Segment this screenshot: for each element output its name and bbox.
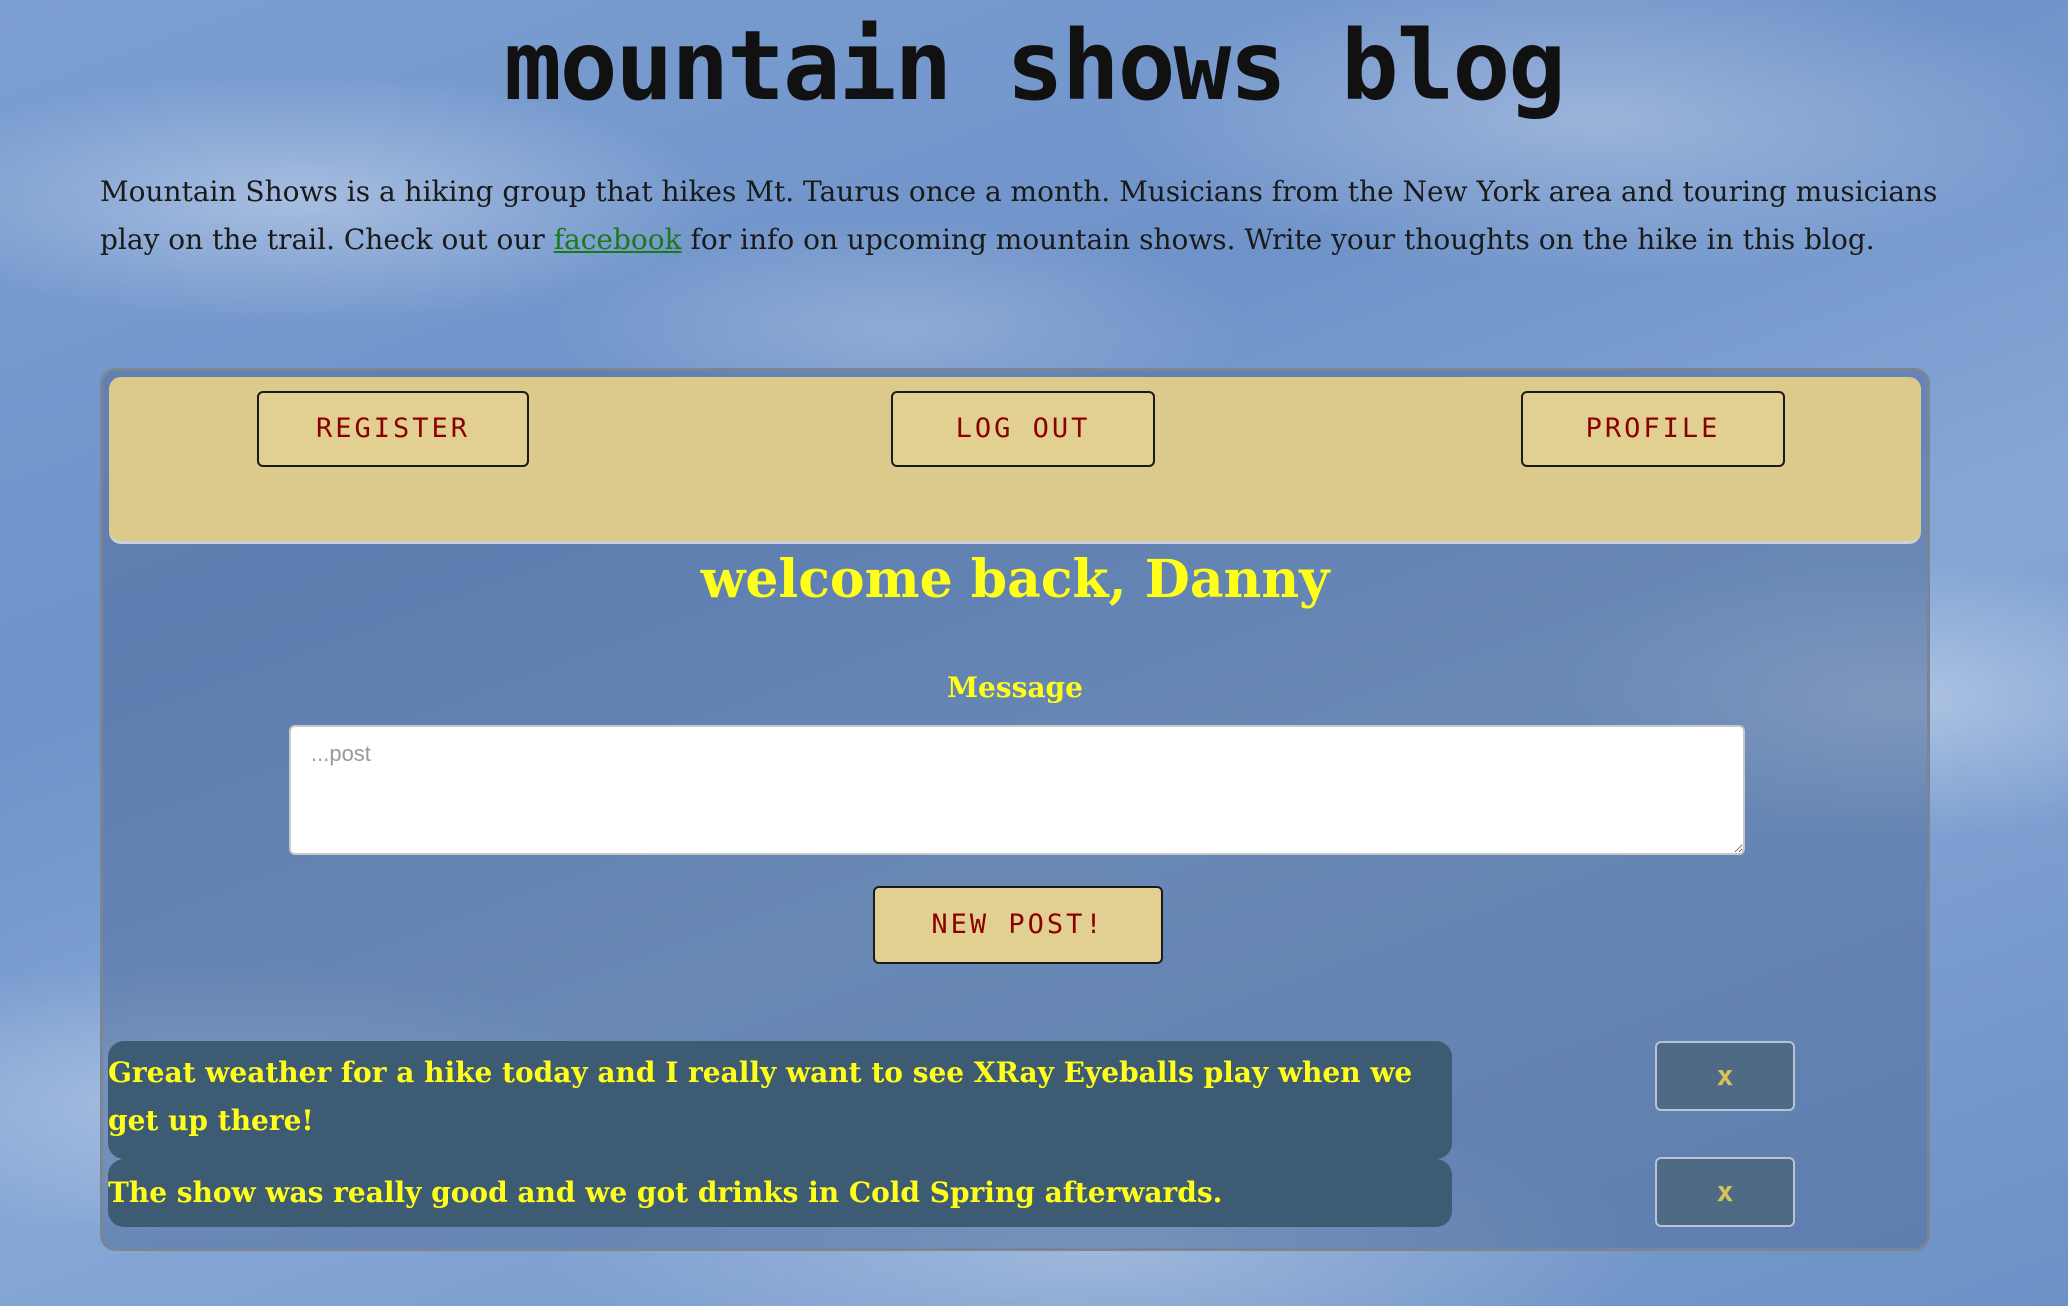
- post-item: Great weather for a hike today and I rea…: [108, 1041, 1452, 1159]
- profile-button[interactable]: PROFILE: [1521, 391, 1785, 467]
- facebook-link[interactable]: facebook: [554, 223, 682, 256]
- delete-post-button[interactable]: x: [1655, 1041, 1795, 1111]
- post-item: The show was really good and we got drin…: [108, 1159, 1452, 1227]
- intro-paragraph: Mountain Shows is a hiking group that hi…: [100, 168, 1940, 264]
- new-post-button[interactable]: NEW POST!: [873, 886, 1163, 964]
- post-text: Great weather for a hike today and I rea…: [108, 1056, 1413, 1137]
- blog-panel: REGISTER LOG OUT PROFILE welcome back, D…: [100, 368, 1930, 1251]
- message-label: Message: [947, 671, 1083, 704]
- nav-bar: REGISTER LOG OUT PROFILE: [109, 377, 1921, 544]
- intro-text-end: for info on upcoming mountain shows. Wri…: [681, 223, 1875, 256]
- post-input[interactable]: [289, 725, 1745, 855]
- post-text: The show was really good and we got drin…: [108, 1176, 1223, 1209]
- welcome-heading: welcome back, Danny: [700, 549, 1330, 610]
- page-title: mountain shows blog: [503, 10, 1566, 122]
- logout-button[interactable]: LOG OUT: [891, 391, 1155, 467]
- delete-post-button[interactable]: x: [1655, 1157, 1795, 1227]
- register-button[interactable]: REGISTER: [257, 391, 529, 467]
